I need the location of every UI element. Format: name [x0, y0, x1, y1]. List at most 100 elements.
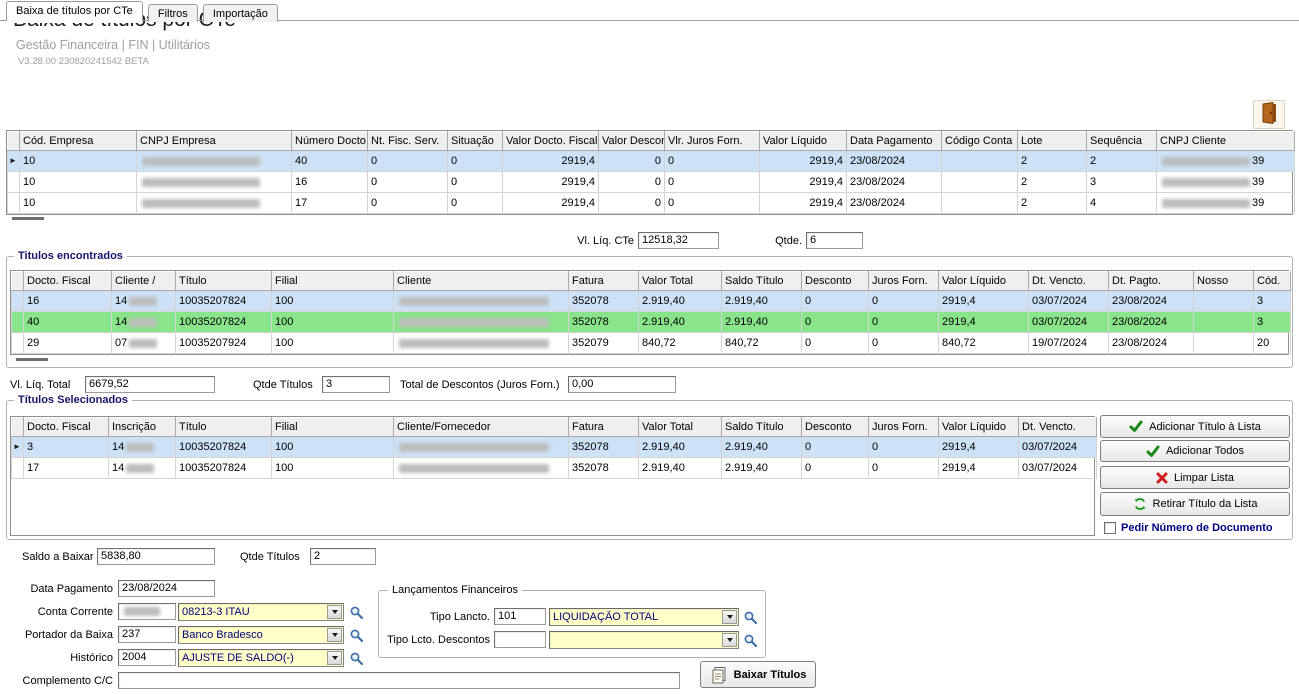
add-title-button[interactable]: Adicionar Título à Lista	[1100, 415, 1290, 438]
complemento-field[interactable]	[118, 672, 680, 689]
conta-corrente-code-field[interactable]	[118, 603, 176, 620]
table-row[interactable]: 16 14 10035207824 100 352078 2.919,40 2.…	[12, 291, 1291, 312]
column-header[interactable]: Valor Total	[639, 272, 722, 291]
column-header[interactable]: Saldo Título	[722, 272, 802, 291]
column-header[interactable]: Lote	[1018, 132, 1087, 151]
remove-title-button[interactable]: Retirar Título da Lista	[1100, 492, 1290, 516]
column-header[interactable]: Cliente /	[112, 272, 176, 291]
conta-corrente-combo[interactable]: 08213-3 ITAU	[178, 603, 344, 621]
column-header[interactable]: Situação	[448, 132, 503, 151]
table-row[interactable]: 10 17 0 0 2919,4 0 0 2919,4 23/08/2024 2…	[8, 193, 1295, 214]
cell: 352078	[569, 437, 639, 458]
column-header[interactable]: Nt. Fisc. Serv.	[368, 132, 448, 151]
column-header[interactable]: Valor Docto. Fiscal	[503, 132, 599, 151]
data-pagamento-field[interactable]: 23/08/2024	[118, 580, 215, 597]
column-header[interactable]: Vlr. Juros Forn.	[665, 132, 760, 151]
column-header[interactable]: Filial	[272, 272, 394, 291]
column-header[interactable]: Dt. Vencto.	[1019, 418, 1097, 437]
column-header[interactable]: Dt. Pagto.	[1109, 272, 1194, 291]
add-all-button[interactable]: Adicionar Todos	[1100, 440, 1290, 462]
historico-code-field[interactable]: 2004	[118, 649, 176, 666]
tipo-lcto-descontos-code-field[interactable]	[494, 631, 546, 648]
column-header[interactable]: Inscrição	[109, 418, 176, 437]
column-header[interactable]: Docto. Fiscal	[24, 272, 112, 291]
vl-liq-cte-field[interactable]: 12518,32	[638, 232, 719, 249]
table-row[interactable]: ► 10 40 0 0 2919,4 0 0 2919,4 23/08/2024…	[8, 151, 1295, 172]
column-header[interactable]: Dt. Vencto.	[1029, 272, 1109, 291]
tipo-lcto-descontos-combo[interactable]	[549, 631, 739, 649]
column-header[interactable]: Juros Forn.	[869, 272, 939, 291]
column-header[interactable]: Sequência	[1087, 132, 1157, 151]
qtde-cte-field[interactable]: 6	[806, 232, 863, 249]
column-header[interactable]: Cód. Empresa	[20, 132, 137, 151]
column-header[interactable]: Fatura	[569, 272, 639, 291]
tab-filtros[interactable]: Filtros	[148, 4, 198, 22]
chevron-down-icon[interactable]	[327, 628, 342, 642]
exit-button[interactable]	[1253, 100, 1285, 129]
chevron-down-icon[interactable]	[722, 633, 737, 647]
chevron-down-icon[interactable]	[722, 610, 737, 624]
column-header[interactable]: Título	[176, 418, 272, 437]
column-header[interactable]: Desconto	[802, 418, 869, 437]
search-icon[interactable]	[348, 627, 364, 643]
column-header[interactable]: Valor Líquido	[939, 272, 1029, 291]
table-row[interactable]: 10 16 0 0 2919,4 0 0 2919,4 23/08/2024 2…	[8, 172, 1295, 193]
cell-redacted: 14	[112, 312, 176, 333]
search-icon[interactable]	[742, 632, 758, 648]
table-row[interactable]: 40 14 10035207824 100 352078 2.919,40 2.…	[12, 312, 1291, 333]
column-header[interactable]: Valor Desconto	[599, 132, 665, 151]
pedir-numero-checkbox[interactable]	[1104, 522, 1116, 534]
table-row[interactable]: ► 3 14 10035207824 100 352078 2.919,40 2…	[12, 437, 1097, 458]
hscrollbar-thumb[interactable]	[16, 358, 48, 361]
cell: 352078	[569, 291, 639, 312]
column-header[interactable]: Juros Forn.	[869, 418, 939, 437]
qtde-selecionados-field[interactable]: 2	[310, 548, 376, 565]
baixar-titulos-button[interactable]: Baixar Títulos	[700, 661, 816, 688]
tab-baixa-de-titulos[interactable]: Baixa de títulos por CTe	[6, 1, 143, 21]
table-row[interactable]: 17 14 10035207824 100 352078 2.919,40 2.…	[12, 458, 1097, 479]
vl-liq-total-field[interactable]: 6679,52	[85, 376, 215, 393]
saldo-a-baixar-field[interactable]: 5838,80	[97, 548, 215, 565]
table-row[interactable]: 29 07 10035207924 100 352079 840,72 840,…	[12, 333, 1291, 354]
column-header[interactable]: Data Pagamento	[847, 132, 942, 151]
column-header[interactable]: Cód.	[1254, 272, 1291, 291]
cell: 0	[599, 193, 665, 214]
cell: 03/07/2024	[1019, 458, 1097, 479]
column-header[interactable]: Código Conta	[942, 132, 1018, 151]
column-header[interactable]: Docto. Fiscal	[24, 418, 109, 437]
cell-redacted: 07	[112, 333, 176, 354]
portador-combo[interactable]: Banco Bradesco	[178, 626, 344, 644]
tab-bar: Baixa de títulos por CTe Filtros Importa…	[0, 0, 1299, 21]
search-icon[interactable]	[348, 604, 364, 620]
search-icon[interactable]	[348, 650, 364, 666]
portador-code-field[interactable]: 237	[118, 626, 176, 643]
chevron-down-icon[interactable]	[327, 605, 342, 619]
total-descontos-field[interactable]: 0,00	[568, 376, 676, 393]
tipo-lancto-code-field[interactable]: 101	[494, 608, 546, 625]
qtde-titulos-field[interactable]: 3	[322, 376, 390, 393]
search-icon[interactable]	[742, 609, 758, 625]
historico-combo[interactable]: AJUSTE DE SALDO(-)	[178, 649, 344, 667]
column-header[interactable]: Desconto	[802, 272, 869, 291]
column-header[interactable]: Valor Líquido	[939, 418, 1019, 437]
column-header[interactable]: Filial	[272, 418, 394, 437]
cell	[942, 172, 1018, 193]
column-header[interactable]: Título	[176, 272, 272, 291]
column-header[interactable]: Saldo Título	[722, 418, 802, 437]
chevron-down-icon[interactable]	[327, 651, 342, 665]
column-header[interactable]: Nosso	[1194, 272, 1254, 291]
cell	[942, 193, 1018, 214]
column-header[interactable]: Cliente/Fornecedor	[394, 418, 569, 437]
column-header[interactable]: Valor Líquido	[760, 132, 847, 151]
column-header[interactable]: Número Docto.	[292, 132, 368, 151]
column-header[interactable]: Valor Total	[639, 418, 722, 437]
hscrollbar-thumb[interactable]	[12, 217, 44, 220]
tipo-lancto-combo[interactable]: LIQUIDAÇÃO TOTAL	[549, 608, 739, 626]
column-header[interactable]: CNPJ Empresa	[137, 132, 292, 151]
column-header[interactable]: CNPJ Cliente	[1157, 132, 1295, 151]
column-header[interactable]: Cliente	[394, 272, 569, 291]
clear-list-button[interactable]: Limpar Lista	[1100, 466, 1290, 489]
tab-importacao[interactable]: Importação	[203, 4, 278, 22]
column-header[interactable]: Fatura	[569, 418, 639, 437]
cell: 0	[368, 172, 448, 193]
